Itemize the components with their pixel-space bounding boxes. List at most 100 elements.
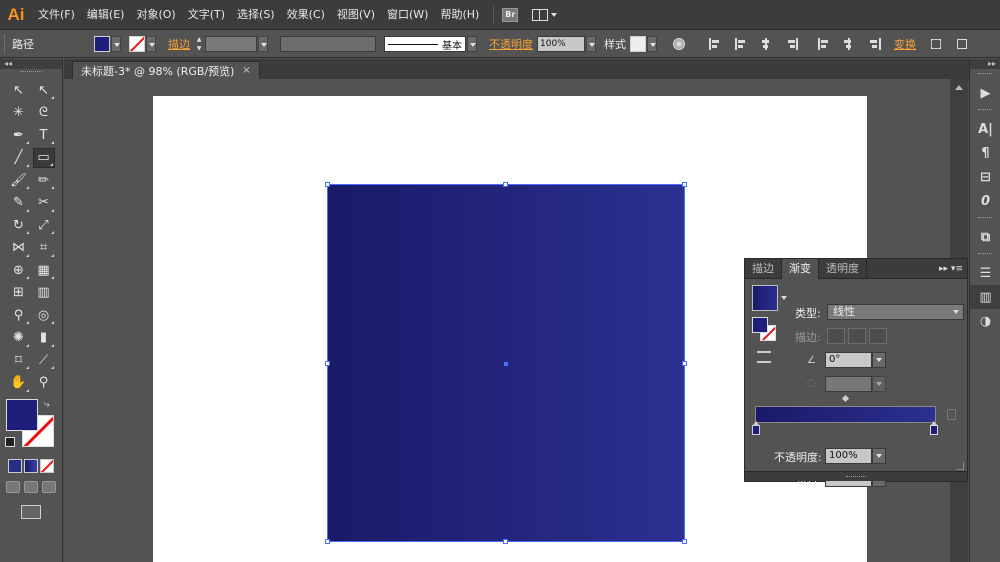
align-to-selection-icon[interactable] (706, 36, 722, 52)
panel-resize-handle[interactable] (956, 462, 964, 470)
menu-effect[interactable]: 效果(C) (281, 0, 331, 30)
stroke-panel-icon[interactable]: ☰ (970, 261, 1000, 285)
gradient-tool-icon[interactable]: ▥ (33, 283, 55, 303)
menu-view[interactable]: 视图(V) (331, 0, 381, 30)
type-tool-icon[interactable]: T (33, 125, 55, 145)
direct-selection-tool-icon[interactable]: ↖ (33, 80, 55, 100)
change-screen-mode-icon[interactable] (21, 505, 41, 519)
draw-inside-button[interactable] (42, 481, 56, 493)
transform-panel-link[interactable]: 变换 (894, 36, 916, 52)
shape-builder-tool-icon[interactable]: ⊕ (8, 260, 30, 280)
graphic-style-swatch[interactable] (630, 36, 646, 52)
angle-field[interactable]: 0° (825, 352, 872, 368)
isolate-group-icon[interactable] (954, 36, 970, 52)
color-mode-button[interactable] (8, 459, 22, 473)
vertical-align-center-icon[interactable] (841, 36, 857, 52)
panel-footer-grip[interactable] (745, 471, 967, 481)
gradient-fill-swatch[interactable] (752, 317, 768, 333)
opacity-dropdown[interactable] (586, 36, 596, 52)
isolate-selected-icon[interactable] (928, 36, 944, 52)
rotate-tool-icon[interactable]: ↻ (8, 215, 30, 235)
stroke-gradient-within-button[interactable] (827, 328, 845, 344)
dock-expand-button[interactable]: ▸▸ (970, 59, 1000, 69)
scissors-tool-icon[interactable]: ✂ (33, 193, 55, 213)
tools-panel-grip[interactable] (20, 71, 42, 77)
eyedropper-tool-icon[interactable]: ⚲ (8, 305, 30, 325)
menu-file[interactable]: 文件(F) (32, 0, 81, 30)
bounding-handle-top-left[interactable] (325, 182, 330, 187)
gradient-preview-swatch[interactable] (752, 285, 778, 311)
gradient-panel-icon[interactable]: ▥ (970, 285, 1000, 309)
stop-opacity-field[interactable]: 100% (825, 448, 872, 464)
paragraph-panel-icon[interactable]: ¶ (970, 141, 1000, 165)
opentype-panel-icon[interactable]: 0 (970, 189, 1000, 213)
gradient-type-select[interactable]: 线性 (827, 304, 964, 320)
scale-tool-icon[interactable]: ⤢ (33, 215, 55, 235)
opacity-field[interactable]: 100% (537, 36, 585, 52)
horizontal-align-left-icon[interactable] (732, 36, 748, 52)
tab-transparency[interactable]: 透明度 (819, 258, 867, 279)
stroke-weight-field[interactable] (205, 36, 257, 52)
angle-dropdown[interactable] (872, 352, 886, 368)
slice-tool-icon[interactable]: ⟋ (33, 350, 55, 370)
brush-dropdown[interactable] (467, 36, 477, 52)
panel-menu-icon[interactable]: ▸▸ ▾≡ (939, 259, 963, 279)
paintbrush-tool-icon[interactable]: 🖌 (8, 170, 30, 190)
chevron-down-icon[interactable] (781, 296, 787, 300)
gradient-slider[interactable] (755, 406, 936, 423)
bounding-handle-top-center[interactable] (503, 182, 508, 187)
bounding-handle-middle-right[interactable] (682, 361, 687, 366)
bounding-handle-middle-left[interactable] (325, 361, 330, 366)
transparency-panel-icon[interactable]: ◑ (970, 309, 1000, 333)
perspective-grid-tool-icon[interactable]: ▦ (33, 260, 55, 280)
stroke-dropdown[interactable] (146, 36, 156, 52)
document-tab[interactable]: 未标题-3* @ 98% (RGB/预览) × (72, 61, 260, 79)
fill-swatch[interactable] (6, 399, 38, 431)
none-mode-button[interactable] (40, 459, 54, 473)
layers-panel-icon[interactable]: ⧉ (970, 225, 1000, 249)
menu-type[interactable]: 文字(T) (182, 0, 231, 30)
menu-window[interactable]: 窗口(W) (381, 0, 434, 30)
brush-definition-preview[interactable]: 基本 (384, 36, 466, 52)
artboard-tool-icon[interactable]: ⌑ (8, 350, 30, 370)
scroll-up-icon[interactable] (950, 79, 968, 95)
stroke-panel-link[interactable]: 描边 (168, 36, 190, 52)
blend-tool-icon[interactable]: ◎ (33, 305, 55, 325)
variable-width-profile[interactable] (280, 36, 376, 52)
opacity-panel-link[interactable]: 不透明度 (489, 36, 533, 52)
vertical-align-bottom-icon[interactable] (867, 36, 883, 52)
horizontal-align-right-icon[interactable] (784, 36, 800, 52)
menu-select[interactable]: 选择(S) (231, 0, 281, 30)
arrange-documents-button[interactable] (532, 8, 558, 21)
bounding-handle-bottom-right[interactable] (682, 539, 687, 544)
actions-panel-icon[interactable]: ▶ (970, 81, 1000, 105)
control-bar-grip[interactable] (4, 35, 8, 53)
stroke-gradient-along-button[interactable] (848, 328, 866, 344)
bridge-button[interactable]: Br (502, 7, 519, 22)
width-tool-icon[interactable]: ⋈ (8, 238, 30, 258)
reverse-gradient-icon[interactable] (757, 351, 771, 363)
fill-color-swatch[interactable] (94, 36, 110, 52)
gradient-stop-left[interactable] (752, 421, 760, 435)
zoom-tool-icon[interactable]: ⚲ (33, 373, 55, 393)
bounding-handle-top-right[interactable] (682, 182, 687, 187)
hand-tool-icon[interactable]: ✋ (8, 373, 30, 393)
gradient-mode-button[interactable] (24, 459, 38, 473)
stroke-gradient-across-button[interactable] (869, 328, 887, 344)
symbol-sprayer-tool-icon[interactable]: ✺ (8, 328, 30, 348)
menu-edit[interactable]: 编辑(E) (81, 0, 131, 30)
stop-opacity-dropdown[interactable] (872, 448, 886, 464)
default-fill-stroke-icon[interactable] (5, 437, 15, 447)
menu-help[interactable]: 帮助(H) (434, 0, 485, 30)
draw-normal-button[interactable] (6, 481, 20, 493)
bounding-handle-bottom-center[interactable] (503, 539, 508, 544)
draw-behind-button[interactable] (24, 481, 38, 493)
tab-stroke[interactable]: 描边 (745, 258, 782, 279)
style-dropdown[interactable] (647, 36, 657, 52)
character-panel-icon[interactable]: A| (970, 117, 1000, 141)
lasso-tool-icon[interactable]: ᘓ (33, 103, 55, 123)
tools-collapse-button[interactable]: ◂◂ (0, 59, 62, 69)
recolor-artwork-icon[interactable] (671, 36, 687, 52)
stroke-weight-dropdown[interactable] (258, 36, 268, 52)
blob-brush-tool-icon[interactable]: ✎ (8, 193, 30, 213)
